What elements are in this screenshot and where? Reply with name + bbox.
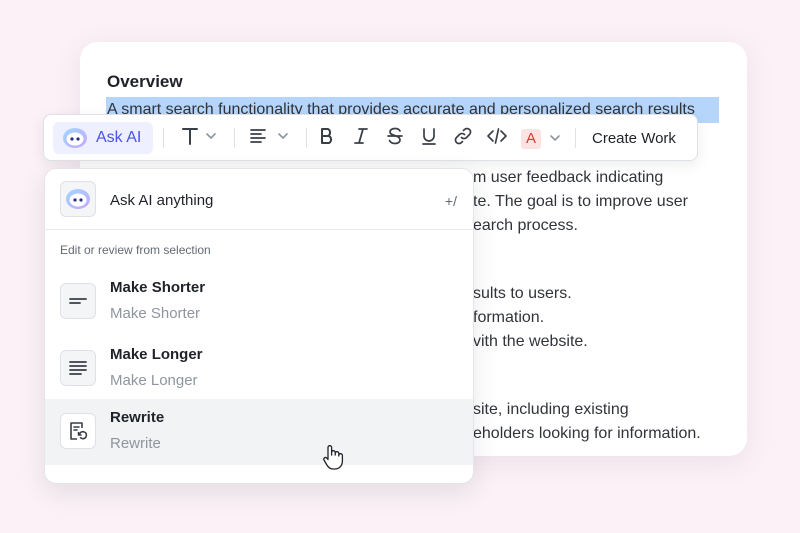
align-icon: [248, 126, 288, 151]
doc-line: vith the website.: [473, 333, 588, 350]
bold-icon: [318, 126, 336, 151]
doc-line: site, including existing: [473, 401, 629, 418]
italic-button[interactable]: [348, 115, 374, 162]
item-title: Rewrite: [110, 409, 165, 426]
code-icon: [486, 126, 508, 151]
ask-ai-anything-label: Ask AI anything: [110, 192, 214, 209]
make-longer-item[interactable]: Make Longer Make Longer: [45, 336, 473, 402]
italic-icon: [352, 126, 370, 151]
doc-line: earch process.: [473, 217, 578, 234]
toolbar-divider: [575, 128, 576, 148]
link-icon: [453, 126, 473, 151]
item-subtitle: Make Shorter: [110, 305, 201, 322]
section-label: Edit or review from selection: [60, 243, 211, 257]
short-lines-icon: [60, 283, 96, 319]
item-subtitle: Make Longer: [110, 372, 198, 389]
toolbar-divider: [234, 128, 235, 148]
link-button[interactable]: [450, 115, 476, 162]
hand-cursor-icon: [321, 443, 345, 476]
make-shorter-item[interactable]: Make Shorter Make Shorter: [45, 269, 473, 335]
bold-button[interactable]: [314, 115, 340, 162]
rewrite-item[interactable]: Rewrite Rewrite: [45, 399, 473, 465]
long-lines-icon: [60, 350, 96, 386]
format-toolbar: Ask AI A Create Work: [43, 114, 698, 161]
doc-line: sults to users.: [473, 285, 572, 302]
bot-icon: [62, 126, 88, 155]
doc-line: formation.: [473, 309, 545, 326]
ask-ai-anything-item[interactable]: Ask AI anything +/: [45, 169, 473, 230]
bot-icon: [60, 181, 96, 217]
underline-button[interactable]: [416, 115, 442, 162]
create-work-button[interactable]: Create Work: [592, 115, 676, 162]
toolbar-divider: [163, 128, 164, 148]
doc-line: m user feedback indicating: [473, 169, 664, 186]
strikethrough-icon: [386, 126, 404, 151]
item-title: Make Longer: [110, 346, 203, 363]
doc-line: eholders looking for information.: [473, 425, 701, 442]
align-button[interactable]: [244, 115, 292, 162]
ai-menu: Ask AI anything +/ Edit or review from s…: [44, 168, 474, 484]
shortcut-hint: +/: [444, 193, 457, 209]
ask-ai-label: Ask AI: [96, 129, 142, 146]
code-button[interactable]: [483, 115, 511, 162]
item-subtitle: Rewrite: [110, 435, 161, 452]
item-title: Make Shorter: [110, 279, 206, 296]
doc-line: te. The goal is to improve user: [473, 193, 688, 210]
text-style-icon: [180, 126, 216, 151]
chevron-down-icon: [549, 130, 561, 148]
ask-ai-button[interactable]: Ask AI: [53, 122, 153, 154]
rewrite-icon: [60, 413, 96, 449]
strikethrough-button[interactable]: [382, 115, 408, 162]
doc-heading: Overview: [107, 72, 183, 91]
toolbar-divider: [306, 128, 307, 148]
text-color-button[interactable]: A: [518, 115, 564, 162]
underline-icon: [420, 126, 438, 151]
text-color-icon: A: [521, 128, 541, 149]
text-style-button[interactable]: [176, 115, 220, 162]
